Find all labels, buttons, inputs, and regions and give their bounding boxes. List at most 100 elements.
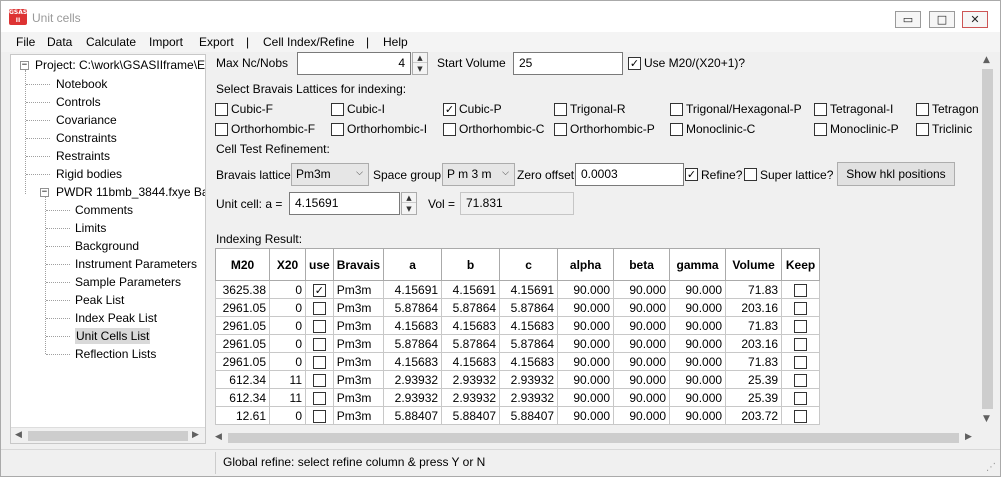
tree-item-rigid-bodies[interactable]: Rigid bodies bbox=[56, 166, 122, 182]
table-cell[interactable]: 5.87864 bbox=[383, 298, 443, 317]
table-cell[interactable]: 0 bbox=[269, 352, 306, 371]
column-header[interactable]: M20 bbox=[215, 248, 270, 281]
table-cell[interactable]: 90.000 bbox=[669, 352, 727, 371]
start-volume-input[interactable]: 25 bbox=[513, 52, 623, 75]
keep-checkbox[interactable] bbox=[794, 301, 808, 315]
resize-grip-icon[interactable]: ⋰ bbox=[986, 462, 998, 474]
table-cell[interactable]: 2.93932 bbox=[383, 388, 443, 407]
spin-down-icon[interactable]: ▼ bbox=[413, 64, 427, 74]
use-cell[interactable] bbox=[305, 334, 334, 353]
menu-file[interactable]: File bbox=[16, 35, 35, 49]
table-cell[interactable]: 5.88407 bbox=[383, 406, 443, 425]
tree-item-pwdr[interactable]: PWDR 11bmb_3844.fxye Ban bbox=[56, 184, 205, 200]
menu-cell-index-refine[interactable]: Cell Index/Refine bbox=[263, 35, 354, 49]
table-cell[interactable]: 90.000 bbox=[669, 370, 727, 389]
table-cell[interactable]: 2.93932 bbox=[441, 370, 501, 389]
lattice-checkbox[interactable] bbox=[814, 123, 827, 136]
table-cell[interactable]: 90.000 bbox=[613, 280, 671, 299]
table-cell[interactable]: Pm3m bbox=[332, 316, 385, 335]
column-header[interactable]: Volume bbox=[725, 248, 783, 281]
table-cell[interactable]: 90.000 bbox=[613, 334, 671, 353]
table-row[interactable]: 2961.05 0 Pm3m 5.87864 5.87864 5.87864 90.000 9… bbox=[215, 298, 821, 317]
lattice-checkbox[interactable] bbox=[916, 123, 929, 136]
use-cell[interactable] bbox=[305, 352, 334, 371]
lattice-checkbox[interactable] bbox=[215, 103, 228, 116]
tree-item-limits[interactable]: Limits bbox=[75, 220, 106, 236]
lattice-checkbox[interactable] bbox=[916, 103, 929, 116]
super-lattice-checkbox[interactable] bbox=[744, 168, 757, 181]
use-cell[interactable] bbox=[305, 388, 334, 407]
menu-help[interactable]: Help bbox=[383, 35, 408, 49]
table-cell[interactable]: 71.83 bbox=[725, 352, 783, 371]
table-cell[interactable]: 203.16 bbox=[725, 334, 783, 353]
tree-item-index-peak-list[interactable]: Index Peak List bbox=[75, 310, 157, 326]
table-cell[interactable]: 5.87864 bbox=[441, 298, 501, 317]
column-header[interactable]: b bbox=[441, 248, 501, 281]
table-cell[interactable]: 71.83 bbox=[725, 316, 783, 335]
table-row[interactable]: 612.34 11 Pm3m 2.93932 2.93932 2.93932 90.000 9… bbox=[215, 370, 821, 389]
tree-item-notebook[interactable]: Notebook bbox=[56, 76, 107, 92]
table-cell[interactable]: 4.15683 bbox=[441, 316, 501, 335]
panel-horizontal-scrollbar[interactable]: ◀ ▶ bbox=[211, 429, 979, 446]
table-cell[interactable]: 5.87864 bbox=[499, 298, 559, 317]
table-cell[interactable]: 90.000 bbox=[669, 316, 727, 335]
tree-item-covariance[interactable]: Covariance bbox=[56, 112, 117, 128]
lattice-checkbox[interactable] bbox=[554, 123, 567, 136]
column-header[interactable]: beta bbox=[613, 248, 671, 281]
table-cell[interactable]: 2961.05 bbox=[215, 334, 270, 353]
keep-checkbox[interactable] bbox=[794, 319, 808, 333]
table-cell[interactable]: 4.15691 bbox=[499, 280, 559, 299]
refine-checkbox[interactable]: ✓ bbox=[685, 168, 698, 181]
use-m20-checkbox[interactable]: ✓ bbox=[628, 57, 641, 70]
table-cell[interactable]: 4.15683 bbox=[441, 352, 501, 371]
table-cell[interactable]: Pm3m bbox=[332, 406, 385, 425]
table-cell[interactable]: 90.000 bbox=[669, 406, 727, 425]
tree-project-root[interactable]: Project: C:\work\GSASIIframe\E: bbox=[35, 57, 205, 73]
table-cell[interactable]: 0 bbox=[269, 280, 306, 299]
tree-item-instrument-parameters[interactable]: Instrument Parameters bbox=[75, 256, 197, 272]
use-cell[interactable] bbox=[305, 298, 334, 317]
minimize-button[interactable]: ▭ bbox=[895, 11, 921, 28]
table-cell[interactable]: 612.34 bbox=[215, 370, 270, 389]
keep-cell[interactable] bbox=[781, 316, 821, 335]
tree-item-sample-parameters[interactable]: Sample Parameters bbox=[75, 274, 181, 290]
zero-offset-input[interactable]: 0.0003 bbox=[575, 163, 684, 186]
table-cell[interactable]: 0 bbox=[269, 316, 306, 335]
table-cell[interactable]: 90.000 bbox=[613, 316, 671, 335]
table-cell[interactable]: 5.88407 bbox=[441, 406, 501, 425]
lattice-checkbox[interactable] bbox=[670, 123, 683, 136]
column-header[interactable]: gamma bbox=[669, 248, 727, 281]
keep-checkbox[interactable] bbox=[794, 355, 808, 369]
table-cell[interactable]: 90.000 bbox=[613, 406, 671, 425]
scroll-left-icon[interactable]: ◀ bbox=[215, 432, 222, 442]
lattice-checkbox[interactable]: ✓ bbox=[443, 103, 456, 116]
table-cell[interactable]: 5.87864 bbox=[441, 334, 501, 353]
scroll-right-icon[interactable]: ▶ bbox=[965, 432, 972, 442]
use-checkbox[interactable] bbox=[312, 355, 326, 369]
table-cell[interactable]: 90.000 bbox=[669, 388, 727, 407]
keep-checkbox[interactable] bbox=[794, 337, 808, 351]
scroll-left-icon[interactable]: ◀ bbox=[15, 430, 22, 440]
column-header[interactable]: a bbox=[383, 248, 443, 281]
keep-cell[interactable] bbox=[781, 406, 821, 425]
table-cell[interactable]: 4.15683 bbox=[499, 352, 559, 371]
menu-data[interactable]: Data bbox=[47, 35, 72, 49]
lattice-checkbox[interactable] bbox=[215, 123, 228, 136]
lattice-checkbox[interactable] bbox=[814, 103, 827, 116]
table-cell[interactable]: 2961.05 bbox=[215, 352, 270, 371]
menu-export[interactable]: Export bbox=[199, 35, 234, 49]
table-cell[interactable]: 25.39 bbox=[725, 388, 783, 407]
table-cell[interactable]: 90.000 bbox=[613, 352, 671, 371]
tree-item-peak-list[interactable]: Peak List bbox=[75, 292, 124, 308]
use-cell[interactable] bbox=[305, 370, 334, 389]
use-checkbox[interactable] bbox=[312, 409, 326, 423]
table-cell[interactable]: Pm3m bbox=[332, 334, 385, 353]
table-cell[interactable]: 4.15691 bbox=[441, 280, 501, 299]
column-header[interactable]: Keep bbox=[781, 248, 821, 281]
column-header[interactable]: c bbox=[499, 248, 559, 281]
use-checkbox[interactable] bbox=[312, 373, 326, 387]
tree-item-controls[interactable]: Controls bbox=[56, 94, 101, 110]
table-cell[interactable]: 2961.05 bbox=[215, 298, 270, 317]
table-cell[interactable]: 2.93932 bbox=[383, 370, 443, 389]
tree-item-comments[interactable]: Comments bbox=[75, 202, 133, 218]
